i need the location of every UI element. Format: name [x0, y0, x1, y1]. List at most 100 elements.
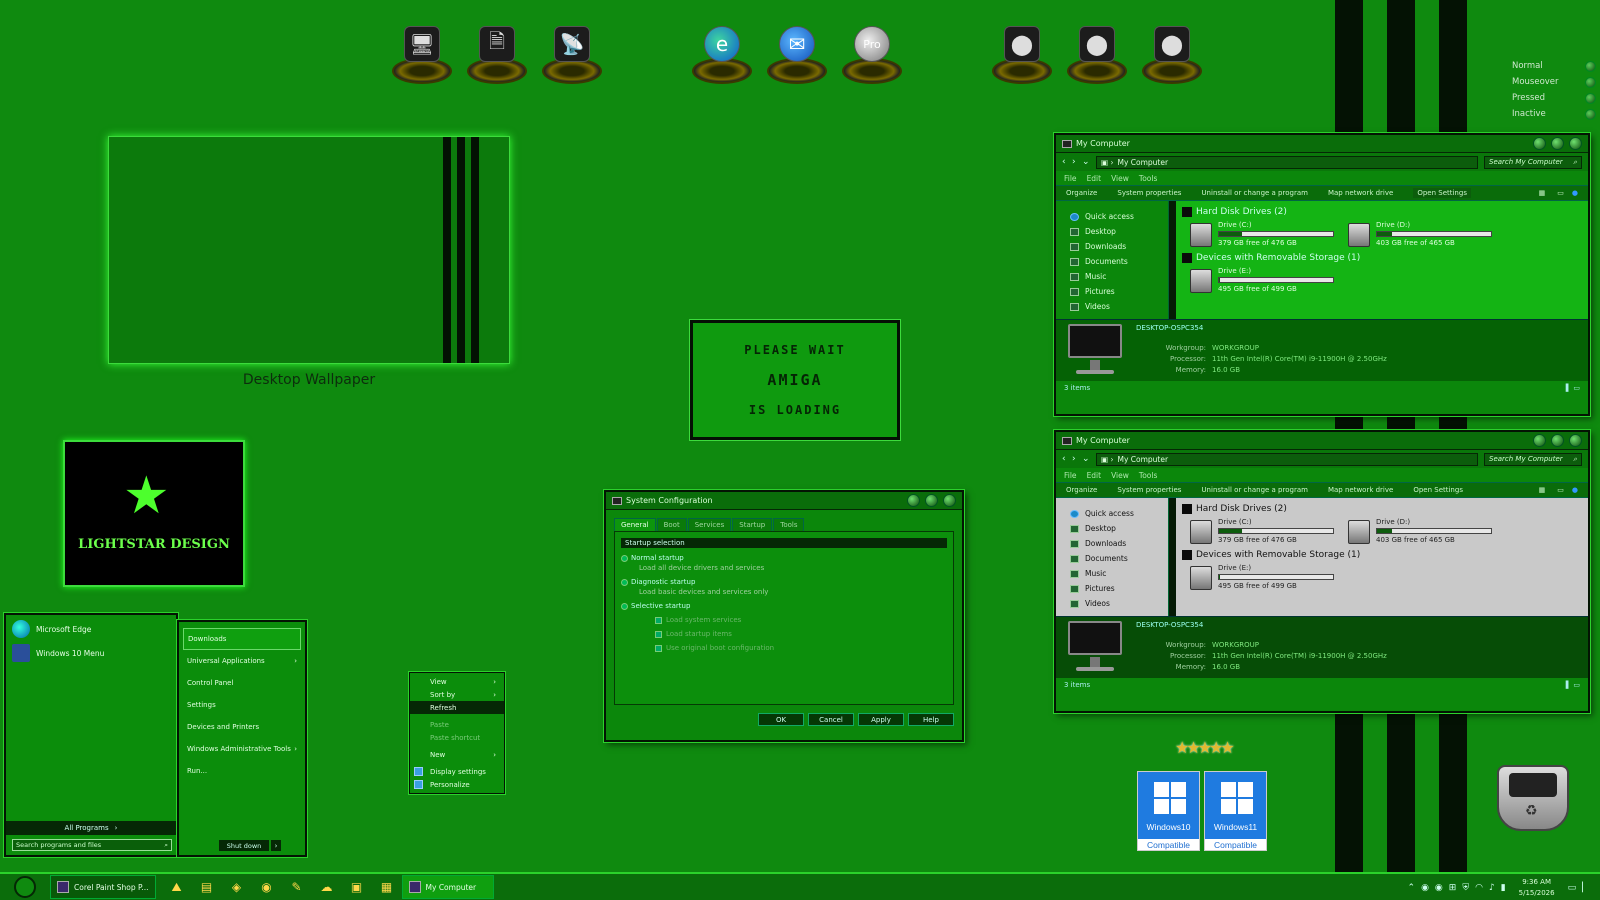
nav-pictures[interactable]: Pictures [1070, 284, 1168, 299]
tab-boot[interactable]: Boot [656, 518, 687, 531]
security-icon[interactable]: ⛨ [1462, 883, 1469, 893]
tab-general[interactable]: General [614, 518, 656, 531]
menu-view[interactable]: View [1111, 471, 1129, 480]
map-network-drive-button[interactable]: Map network drive [1328, 189, 1393, 197]
start-settings[interactable]: Settings [183, 694, 301, 716]
shutdown-button[interactable]: Shut down [219, 840, 269, 851]
diagnostic-startup-radio[interactable]: Diagnostic startup [621, 578, 947, 586]
nav-downloads[interactable]: Downloads [1070, 536, 1168, 551]
minimize-button[interactable] [1533, 137, 1546, 150]
nav-videos[interactable]: Videos [1070, 596, 1168, 611]
pinned-app-icon[interactable]: ☁ [317, 877, 337, 897]
chevron-down-icon[interactable]: ⌄ [1082, 157, 1092, 167]
start-run[interactable]: Run... [183, 760, 301, 782]
maximize-button[interactable] [1551, 434, 1564, 447]
view-options-icon[interactable]: ▦ [1539, 486, 1546, 494]
start-devices-printers[interactable]: Devices and Printers [183, 716, 301, 738]
nav-documents[interactable]: Documents [1070, 254, 1168, 269]
task-my-computer[interactable]: My Computer [401, 875, 494, 899]
nav-pictures[interactable]: Pictures [1070, 581, 1168, 596]
nav-documents[interactable]: Documents [1070, 551, 1168, 566]
battery-icon[interactable]: ▮ [1501, 883, 1506, 893]
close-button[interactable] [943, 494, 956, 507]
google-earth-pro-dock-icon[interactable]: Pro [840, 26, 904, 84]
ctx-paste-shortcut[interactable]: Paste shortcut [410, 731, 504, 744]
recycle-bin-icon[interactable]: ♻ [1497, 765, 1569, 831]
menu-file[interactable]: File [1064, 471, 1077, 480]
start-universal-apps[interactable]: Universal Applications › [183, 650, 301, 672]
drive-c[interactable]: Drive (C:) 379 GB free of 476 GB [1182, 518, 1340, 544]
apply-button[interactable]: Apply [858, 713, 904, 726]
notifications-icon[interactable]: ▭ [1568, 883, 1577, 893]
drive-d[interactable]: Drive (D:) 403 GB free of 465 GB [1340, 221, 1498, 247]
view-options-icon[interactable]: ▦ [1539, 189, 1546, 197]
forward-arrow-icon[interactable]: › [1072, 157, 1082, 167]
start-admin-tools[interactable]: Windows Administrative Tools › [183, 738, 301, 760]
pinned-app-icon[interactable]: ▣ [347, 877, 367, 897]
pinned-app-icon[interactable]: ▦ [377, 877, 397, 897]
uninstall-program-button[interactable]: Uninstall or change a program [1201, 486, 1308, 494]
pinned-app-icon[interactable]: ✎ [287, 877, 307, 897]
system-properties-button[interactable]: System properties [1117, 189, 1181, 197]
drive-c[interactable]: Drive (C:) 379 GB free of 476 GB [1182, 221, 1340, 247]
load-services-checkbox[interactable]: Load system services [655, 616, 947, 624]
explorer-titlebar[interactable]: My Computer [1056, 432, 1588, 450]
explorer-window-active[interactable]: My Computer ‹ › ⌄ ▣ › My Computer Search … [1054, 133, 1590, 416]
show-desktop-button[interactable]: ▏ [1582, 883, 1589, 893]
organize-button[interactable]: Organize [1066, 486, 1097, 494]
computer-dock-icon[interactable]: 🖥 [390, 26, 454, 84]
tab-startup[interactable]: Startup [732, 518, 773, 531]
view-toggle-icon[interactable]: ▌ ▭ [1566, 681, 1580, 689]
tab-services[interactable]: Services [687, 518, 732, 531]
normal-startup-radio[interactable]: Normal startup [621, 554, 947, 562]
tray-app-icon[interactable]: ◉ [1421, 883, 1429, 893]
forward-arrow-icon[interactable]: › [1072, 454, 1082, 464]
open-settings-button[interactable]: Open Settings [1413, 188, 1471, 198]
open-settings-button[interactable]: Open Settings [1413, 486, 1463, 494]
minimize-button[interactable] [1533, 434, 1546, 447]
ctx-personalize[interactable]: Personalize [410, 778, 504, 791]
search-input[interactable]: Search My Computer ⌕ [1484, 452, 1582, 466]
nav-videos[interactable]: Videos [1070, 299, 1168, 314]
back-arrow-icon[interactable]: ‹ [1062, 157, 1072, 167]
address-bar[interactable]: ▣ › My Computer [1096, 155, 1478, 169]
help-button[interactable]: Help [908, 713, 954, 726]
task-corel-paint-shop[interactable]: Corel Paint Shop P... [50, 875, 156, 899]
network-dock-icon[interactable]: 📡 [540, 26, 604, 84]
all-programs-button[interactable]: All Programs › [6, 821, 176, 835]
pinned-app-icon[interactable]: ◈ [227, 877, 247, 897]
nav-scrollbar[interactable] [1168, 498, 1176, 616]
volume-icon[interactable]: ♪ [1489, 883, 1495, 893]
start-search-input[interactable]: Search programs and files ⌕ [12, 839, 172, 851]
selective-startup-radio[interactable]: Selective startup [621, 602, 947, 610]
maximize-button[interactable] [1551, 137, 1564, 150]
menu-view[interactable]: View [1111, 174, 1129, 183]
pinned-app-icon[interactable]: ⛰ [167, 877, 187, 897]
chevron-down-icon[interactable]: ⌄ [1082, 454, 1092, 464]
close-button[interactable] [1569, 137, 1582, 150]
drive-dock-icon[interactable]: ⬤ [1140, 26, 1204, 84]
help-icon[interactable]: ● [1572, 486, 1578, 494]
ctx-new[interactable]: New › [410, 748, 504, 761]
nav-desktop[interactable]: Desktop [1070, 521, 1168, 536]
explorer-window-inactive[interactable]: My Computer ‹ › ⌄ ▣ › My Computer Search … [1054, 430, 1590, 713]
wifi-icon[interactable]: ◠ [1475, 883, 1483, 893]
start-button[interactable] [14, 876, 36, 898]
start-item-edge[interactable]: Microsoft Edge [6, 617, 176, 641]
system-configuration-window[interactable]: System Configuration General Boot Servic… [604, 490, 964, 742]
ctx-refresh[interactable]: Refresh [410, 701, 504, 714]
start-downloads[interactable]: Downloads [183, 628, 301, 650]
drive-d[interactable]: Drive (D:) 403 GB free of 465 GB [1340, 518, 1498, 544]
tab-tools[interactable]: Tools [773, 518, 805, 531]
documents-dock-icon[interactable]: 🗎 [465, 26, 529, 84]
ctx-sort-by[interactable]: Sort by › [410, 688, 504, 701]
nav-quick-access[interactable]: Quick access [1070, 209, 1168, 224]
close-button[interactable] [1569, 434, 1582, 447]
preview-pane-icon[interactable]: ▭ [1557, 486, 1564, 494]
drive-e[interactable]: Drive (E:) 495 GB free of 499 GB [1182, 564, 1340, 590]
maximize-button[interactable] [925, 494, 938, 507]
load-startup-items-checkbox[interactable]: Load startup items [655, 630, 947, 638]
ctx-paste[interactable]: Paste [410, 718, 504, 731]
network-icon[interactable]: ⊞ [1449, 883, 1457, 893]
ctx-view[interactable]: View › [410, 675, 504, 688]
